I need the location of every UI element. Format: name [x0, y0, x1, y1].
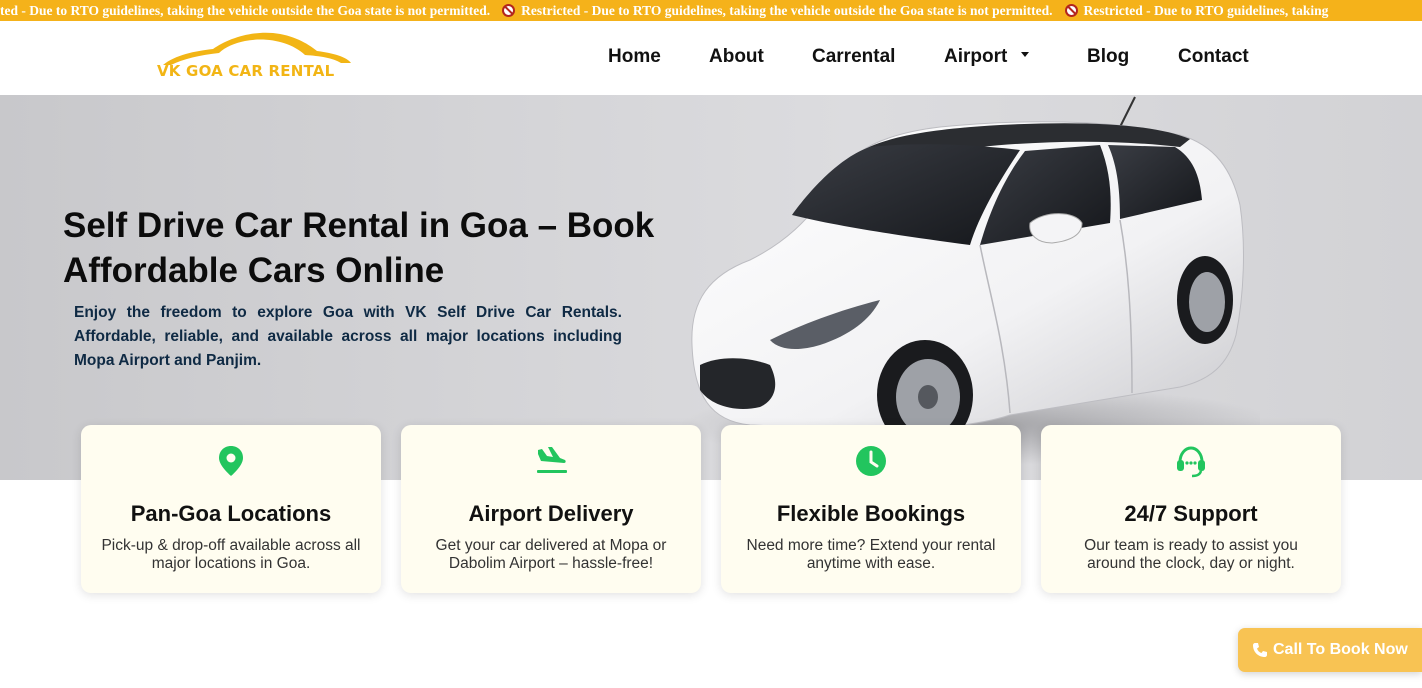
- clock-icon: [856, 446, 886, 476]
- ticker-track: ted - Due to RTO guidelines, taking the …: [0, 0, 1340, 21]
- nav-home[interactable]: Home: [608, 46, 661, 68]
- nav-airport-label: Airport: [944, 46, 1008, 67]
- feature-text: Pick-up & drop-off available across all …: [101, 537, 361, 572]
- headset-icon: [1177, 446, 1205, 478]
- prohibited-icon: [502, 4, 516, 17]
- ticker-message: Restricted - Due to RTO guidelines, taki…: [1064, 2, 1341, 19]
- car-image: [680, 96, 1260, 465]
- feature-card: Pan-Goa Locations Pick-up & drop-off ava…: [81, 425, 381, 593]
- feature-title: Flexible Bookings: [776, 501, 966, 526]
- chevron-down-icon: [1021, 52, 1030, 58]
- site-logo[interactable]: VK GOA CAR RENTAL: [155, 31, 360, 86]
- feature-title: Pan-Goa Locations: [130, 501, 332, 526]
- feature-text: Get your car delivered at Mopa or Daboli…: [435, 537, 667, 572]
- feature-text: Our team is ready to assist you around t…: [1084, 537, 1298, 572]
- ticker-message-text: Restricted - Due to RTO guidelines, taki…: [521, 2, 1053, 18]
- nav-carrental[interactable]: Carrental: [812, 46, 895, 68]
- map-pin-icon: [219, 446, 243, 476]
- logo-text: VK GOA CAR RENTAL: [157, 62, 335, 80]
- nav-airport[interactable]: Airport: [944, 46, 1030, 68]
- hero-subtitle: Enjoy the freedom to explore Goa with VK…: [74, 304, 622, 369]
- phone-icon: [1253, 643, 1267, 657]
- feature-text: Need more time? Extend your rental anyti…: [746, 537, 996, 572]
- ticker-message-text: Restricted - Due to RTO guidelines, taki…: [1083, 2, 1329, 18]
- feature-title: Airport Delivery: [468, 501, 634, 526]
- call-to-book-button[interactable]: Call To Book Now: [1238, 628, 1422, 672]
- nav-blog[interactable]: Blog: [1087, 46, 1129, 68]
- nav-contact[interactable]: Contact: [1178, 46, 1249, 68]
- feature-title: 24/7 Support: [1124, 501, 1258, 526]
- announcement-ticker: ted - Due to RTO guidelines, taking the …: [0, 0, 1422, 21]
- hero-title: Self Drive Car Rental in Goa – Book Affo…: [63, 206, 655, 290]
- hero-section: Self Drive Car Rental in Goa – Book Affo…: [0, 95, 1422, 480]
- feature-card: Flexible Bookings Need more time? Extend…: [721, 425, 1021, 593]
- ticker-message-text: ted - Due to RTO guidelines, taking the …: [0, 2, 491, 18]
- feature-card: Airport Delivery Get your car delivered …: [401, 425, 701, 593]
- ticker-message: Restricted - Due to RTO guidelines, taki…: [502, 3, 1064, 19]
- feature-card: 24/7 Support Our team is ready to assist…: [1041, 425, 1341, 593]
- prohibited-icon: [1064, 4, 1078, 17]
- nav-about[interactable]: About: [709, 46, 764, 68]
- site-header: VK GOA CAR RENTAL Home About Carrental A…: [0, 21, 1422, 95]
- plane-landing-icon: [537, 447, 567, 473]
- ticker-message: ted - Due to RTO guidelines, taking the …: [0, 3, 502, 19]
- call-button-label: Call To Book Now: [1273, 641, 1408, 658]
